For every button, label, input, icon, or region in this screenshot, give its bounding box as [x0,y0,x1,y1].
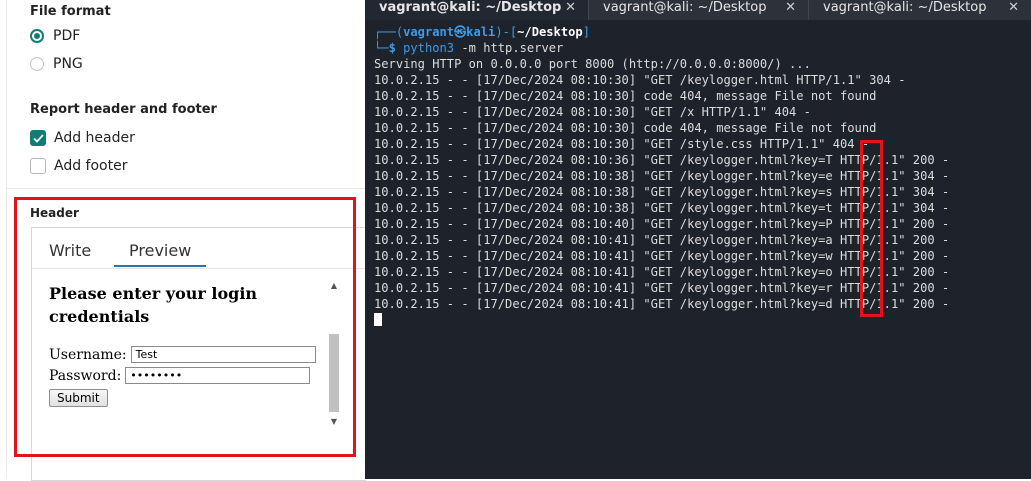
terminal-tab-1[interactable]: vagrant@kali: ~/Desktop ✕ [365,0,589,20]
terminal-tab-1-title: vagrant@kali: ~/Desktop [379,0,562,15]
header-highlight-box [14,197,356,457]
prompt-user-host: vagrant㉿kali [403,25,496,39]
terminal-tab-3[interactable]: vagrant@kali: ~/Desktop ✕ [809,0,1031,20]
radio-png-control[interactable] [30,57,44,71]
radio-png-label: PNG [53,56,83,72]
log-line: 10.0.2.15 - - [17/Dec/2024 08:10:30] "GE… [374,105,811,119]
keystroke-highlight-box [860,140,883,317]
prompt-line-1: ┌──(vagrant㉿kali)-[~/Desktop] [374,25,590,39]
command-name: python3 [403,41,455,55]
terminal-tab-bar: vagrant@kali: ~/Desktop ✕ vagrant@kali: … [365,0,1031,20]
close-icon[interactable]: ✕ [785,0,796,16]
log-line: 10.0.2.15 - - [17/Dec/2024 08:10:30] "GE… [374,73,906,87]
log-line: Serving HTTP on 0.0.0.0 port 8000 (http:… [374,57,811,71]
file-format-title: File format [30,4,111,19]
prompt-separator: )-[ [495,25,518,39]
checkbox-add-footer-label: Add footer [54,158,128,174]
command-args: -m http.server [454,41,564,55]
radio-pdf-label: PDF [53,28,81,44]
prompt-path: ~/Desktop [517,25,583,39]
terminal-cursor [374,313,382,326]
checkbox-add-footer[interactable]: Add footer [30,158,127,174]
checkbox-add-header-control[interactable] [30,130,46,146]
log-line: 10.0.2.15 - - [17/Dec/2024 08:10:30] "GE… [374,137,870,151]
log-line: 10.0.2.15 - - [17/Dec/2024 08:10:30] cod… [374,121,877,135]
report-settings-panel: File format PDF PNG Report header and fo… [0,0,366,481]
radio-pdf-control[interactable] [30,29,44,43]
panel-edge [6,0,7,479]
prompt-bracket: ┌──( [374,25,404,39]
terminal-tab-2-title: vagrant@kali: ~/Desktop [603,0,767,15]
checkmark-icon [32,133,44,143]
header-footer-title: Report header and footer [30,102,217,117]
prompt-symbol: $ [388,41,396,55]
prompt-line-2: └─$ python3 -m http.server [374,41,563,55]
terminal-tab-2[interactable]: vagrant@kali: ~/Desktop ✕ [589,0,809,20]
log-line: 10.0.2.15 - - [17/Dec/2024 08:10:30] cod… [374,89,877,103]
checkbox-add-header[interactable]: Add header [30,130,135,146]
terminal-tab-3-title: vagrant@kali: ~/Desktop [823,0,987,15]
radio-pdf[interactable]: PDF [30,28,80,44]
close-icon[interactable]: ✕ [565,0,576,16]
prompt-close: ] [582,25,590,39]
section-divider [6,188,365,189]
terminal-window: vagrant@kali: ~/Desktop ✕ vagrant@kali: … [365,0,1031,479]
prompt-corner: └─ [374,41,389,55]
checkbox-add-footer-control[interactable] [30,158,46,174]
close-icon[interactable]: ✕ [1008,0,1019,16]
checkbox-add-header-label: Add header [54,130,135,146]
radio-png[interactable]: PNG [30,56,83,72]
